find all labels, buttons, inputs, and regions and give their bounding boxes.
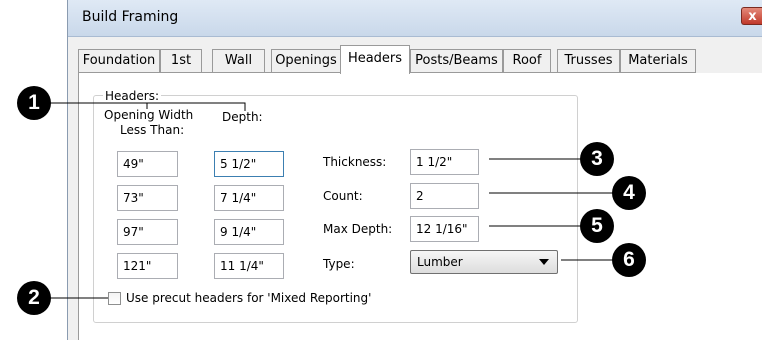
tab-headers[interactable]: Headers bbox=[340, 45, 410, 74]
callout-3: 3 bbox=[580, 142, 614, 176]
callout-2: 2 bbox=[17, 281, 51, 315]
callout-5: 5 bbox=[580, 209, 614, 243]
callout-6: 6 bbox=[612, 243, 646, 277]
callout-4: 4 bbox=[612, 176, 646, 210]
callout-1: 1 bbox=[17, 86, 51, 120]
